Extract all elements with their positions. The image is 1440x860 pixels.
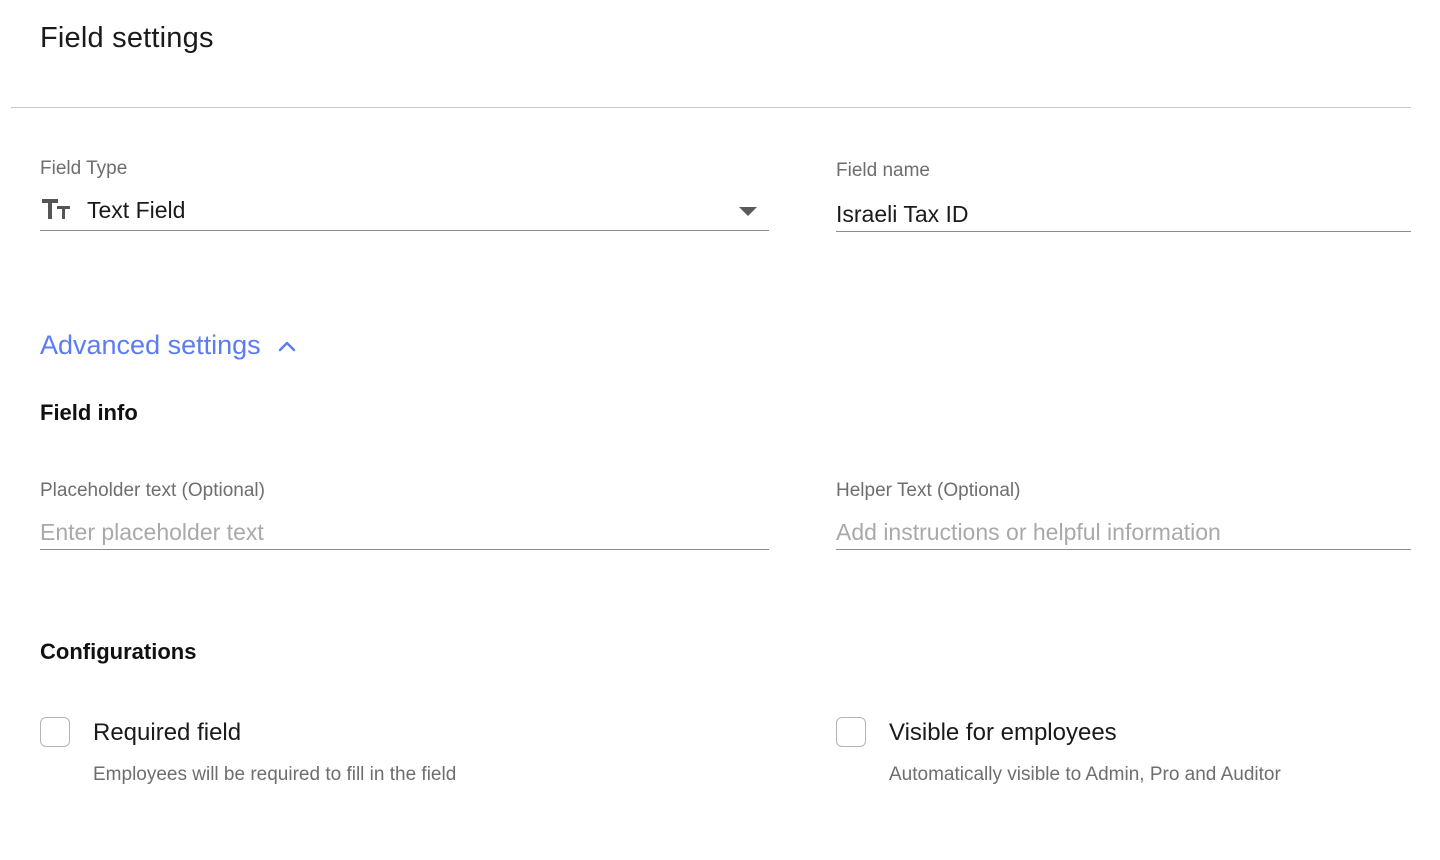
field-type-underline — [40, 230, 769, 231]
field-type-value: Text Field — [87, 197, 186, 223]
page-title: Field settings — [40, 22, 214, 54]
advanced-settings-label: Advanced settings — [40, 330, 261, 360]
helper-text-label: Helper Text (Optional) — [836, 480, 1021, 501]
dropdown-caret-icon — [739, 207, 757, 216]
required-field-description: Employees will be required to fill in th… — [93, 764, 457, 785]
field-name-underline — [836, 231, 1411, 232]
text-type-icon — [42, 199, 70, 219]
visible-for-employees-label[interactable]: Visible for employees — [889, 719, 1117, 747]
helper-text-underline — [836, 549, 1411, 550]
field-type-label: Field Type — [40, 158, 128, 179]
field-type-select[interactable]: Text Field — [40, 190, 769, 232]
field-name-input[interactable] — [836, 199, 1411, 229]
header-divider — [11, 107, 1411, 108]
placeholder-text-input[interactable] — [40, 517, 769, 547]
configurations-heading: Configurations — [40, 639, 197, 664]
field-info-heading: Field info — [40, 400, 138, 425]
advanced-settings-toggle[interactable]: Advanced settings — [40, 330, 297, 361]
placeholder-text-label: Placeholder text (Optional) — [40, 480, 265, 501]
visible-for-employees-description: Automatically visible to Admin, Pro and … — [889, 764, 1281, 785]
chevron-up-icon — [278, 341, 295, 351]
field-settings-page: Field settings Field Type Text Field Fie… — [0, 0, 1440, 860]
visible-for-employees-checkbox[interactable] — [836, 717, 866, 747]
field-name-label: Field name — [836, 160, 930, 181]
required-field-label[interactable]: Required field — [93, 719, 241, 747]
helper-text-input[interactable] — [836, 517, 1411, 547]
placeholder-text-underline — [40, 549, 769, 550]
required-field-checkbox[interactable] — [40, 717, 70, 747]
